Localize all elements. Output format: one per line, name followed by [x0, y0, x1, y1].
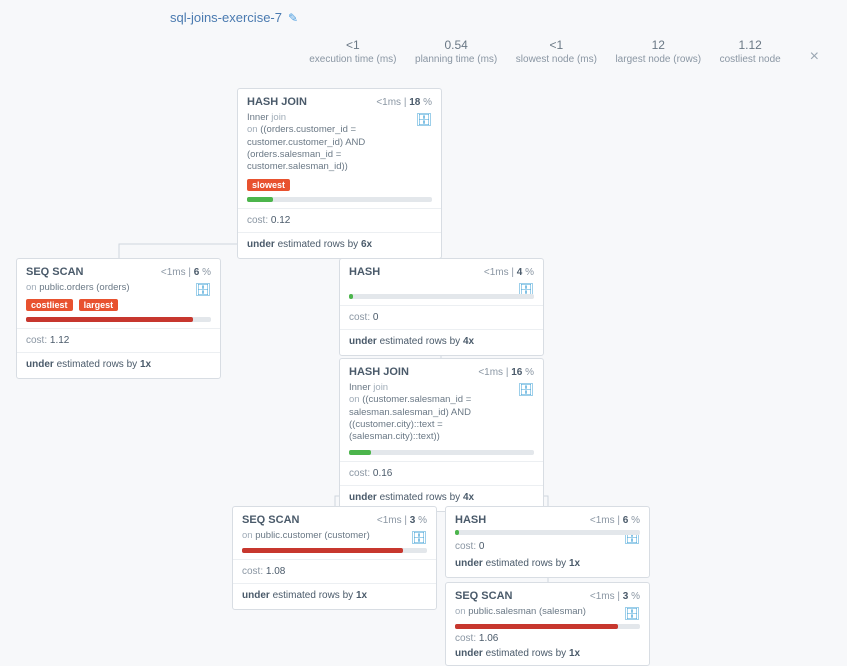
node-est: under estimated rows by 1x	[455, 558, 640, 569]
node-bar	[247, 197, 432, 202]
node-cost: cost: 0.16	[349, 468, 534, 479]
database-icon[interactable]: 🗄	[194, 282, 211, 298]
stats-bar: <1execution time (ms) 0.54planning time …	[300, 38, 790, 65]
node-desc: Inner join on ((customer.salesman_id = s…	[349, 382, 534, 444]
node-cost: cost: 1.08	[242, 566, 427, 577]
node-title: HASH JOIN	[349, 366, 409, 378]
node-est: under estimated rows by 4x	[349, 336, 534, 347]
node-desc: on public.customer (customer)	[242, 530, 427, 542]
close-icon[interactable]: ×	[810, 48, 819, 66]
plan-node-hash-1[interactable]: HASH <1ms | 4 % 🗄 cost: 0 under estimate…	[339, 258, 544, 356]
node-meta: <1ms | 18 %	[376, 97, 432, 108]
node-meta: <1ms | 4 %	[484, 267, 534, 278]
node-bar	[26, 317, 211, 322]
stat-cost: 1.12costliest node	[720, 38, 781, 65]
node-desc: Inner join on ((orders.customer_id = cus…	[247, 112, 432, 174]
node-meta: <1ms | 6 %	[590, 515, 640, 526]
stat-exec: <1execution time (ms)	[309, 38, 396, 65]
plan-node-seq-scan-customer[interactable]: SEQ SCAN <1ms | 3 % 🗄 on public.customer…	[232, 506, 437, 610]
plan-node-hash-join-inner[interactable]: HASH JOIN <1ms | 16 % 🗄 Inner join on ((…	[339, 358, 544, 512]
node-bar	[349, 294, 534, 299]
node-title: SEQ SCAN	[242, 514, 299, 526]
node-desc: on public.salesman (salesman)	[455, 606, 640, 618]
plan-node-hash-join-root[interactable]: HASH JOIN <1ms | 18 % 🗄 Inner join on ((…	[237, 88, 442, 259]
node-cost: cost: 0	[349, 312, 534, 323]
badge-costliest: costliest	[26, 299, 73, 311]
node-bar	[455, 530, 640, 535]
node-cost: cost: 1.06	[455, 633, 640, 644]
node-meta: <1ms | 3 %	[377, 515, 427, 526]
node-badges: slowest	[247, 179, 432, 191]
database-icon[interactable]: 🗄	[623, 606, 640, 622]
title-area: sql-joins-exercise-7 ✎	[170, 10, 298, 25]
stat-slow: <1slowest node (ms)	[516, 38, 597, 65]
node-cost: cost: 0	[455, 541, 640, 552]
stat-large: 12largest node (rows)	[615, 38, 701, 65]
node-est: under estimated rows by 4x	[349, 492, 534, 503]
plan-node-hash-2[interactable]: HASH <1ms | 6 % 🗄 cost: 0 under estimate…	[445, 506, 650, 578]
edit-icon[interactable]: ✎	[288, 11, 298, 25]
plan-node-seq-scan-salesman[interactable]: SEQ SCAN <1ms | 3 % 🗄 on public.salesman…	[445, 582, 650, 666]
badge-largest: largest	[79, 299, 119, 311]
node-desc: on public.orders (orders)	[26, 282, 211, 294]
badge-slowest: slowest	[247, 179, 290, 191]
node-title: HASH	[455, 514, 486, 526]
database-icon[interactable]: 🗄	[517, 382, 534, 398]
plan-node-seq-scan-orders[interactable]: SEQ SCAN <1ms | 6 % 🗄 on public.orders (…	[16, 258, 221, 379]
node-title: HASH JOIN	[247, 96, 307, 108]
page-title: sql-joins-exercise-7	[170, 10, 282, 25]
node-est: under estimated rows by 1x	[455, 648, 640, 659]
database-icon[interactable]: 🗄	[415, 112, 432, 128]
node-bar	[349, 450, 534, 455]
node-title: SEQ SCAN	[455, 590, 512, 602]
node-badges: costliest largest	[26, 299, 211, 311]
node-meta: <1ms | 6 %	[161, 267, 211, 278]
node-cost: cost: 1.12	[26, 335, 211, 346]
node-bar	[242, 548, 427, 553]
node-cost: cost: 0.12	[247, 215, 432, 226]
stat-plan: 0.54planning time (ms)	[415, 38, 497, 65]
node-title: HASH	[349, 266, 380, 278]
node-est: under estimated rows by 1x	[26, 359, 211, 370]
node-meta: <1ms | 3 %	[590, 591, 640, 602]
node-est: under estimated rows by 6x	[247, 239, 432, 250]
database-icon[interactable]: 🗄	[410, 530, 427, 546]
node-title: SEQ SCAN	[26, 266, 83, 278]
node-est: under estimated rows by 1x	[242, 590, 427, 601]
node-bar	[455, 624, 640, 629]
node-meta: <1ms | 16 %	[478, 367, 534, 378]
